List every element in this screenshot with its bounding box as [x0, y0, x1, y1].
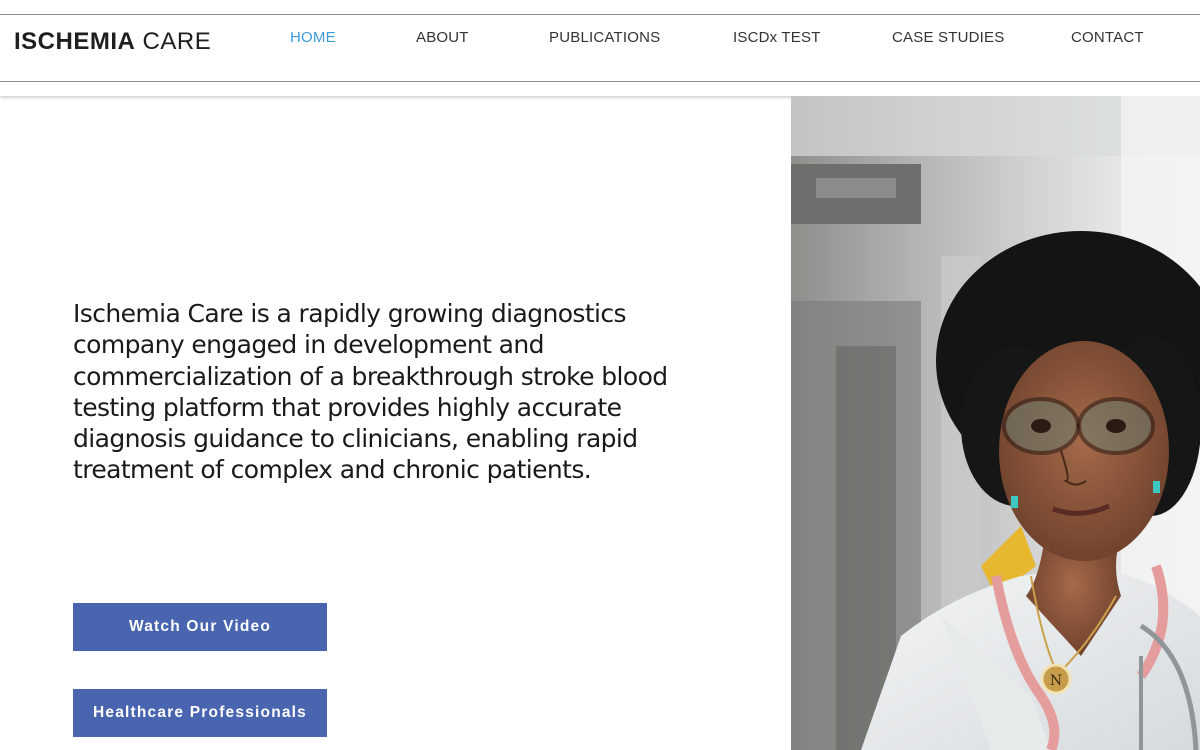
doctor-portrait-photo: N: [791, 96, 1200, 750]
header-divider-top: [0, 14, 1200, 15]
nav-case-studies[interactable]: CASE STUDIES: [892, 29, 1004, 47]
healthcare-professionals-button[interactable]: Healthcare Professionals: [73, 689, 327, 737]
nav-publications[interactable]: PUBLICATIONS: [549, 29, 660, 47]
watch-video-button[interactable]: Watch Our Video: [73, 603, 327, 651]
nav-iscdx-test[interactable]: ISCDx TEST: [733, 29, 821, 47]
logo-wordmark: ISCHEMIA CARE: [14, 27, 211, 57]
nav-about[interactable]: ABOUT: [416, 29, 469, 47]
logo-bold-text: ISCHEMIA: [14, 28, 136, 55]
doctor-photo-illustration: N: [791, 96, 1200, 750]
header-divider-bottom: [0, 81, 1200, 82]
site-header: ISCHEMIA CARE HOME ABOUT PUBLICATIONS IS…: [0, 0, 1200, 96]
company-intro-text: Ischemia Care is a rapidly growing diagn…: [73, 299, 668, 485]
nav-home[interactable]: HOME: [290, 29, 336, 47]
ischemia-care-logo[interactable]: ISCHEMIA CARE: [14, 27, 211, 57]
pendant-letter: N: [1050, 673, 1062, 689]
logo-light-text: CARE: [142, 28, 212, 55]
nav-contact[interactable]: CONTACT: [1071, 29, 1144, 47]
